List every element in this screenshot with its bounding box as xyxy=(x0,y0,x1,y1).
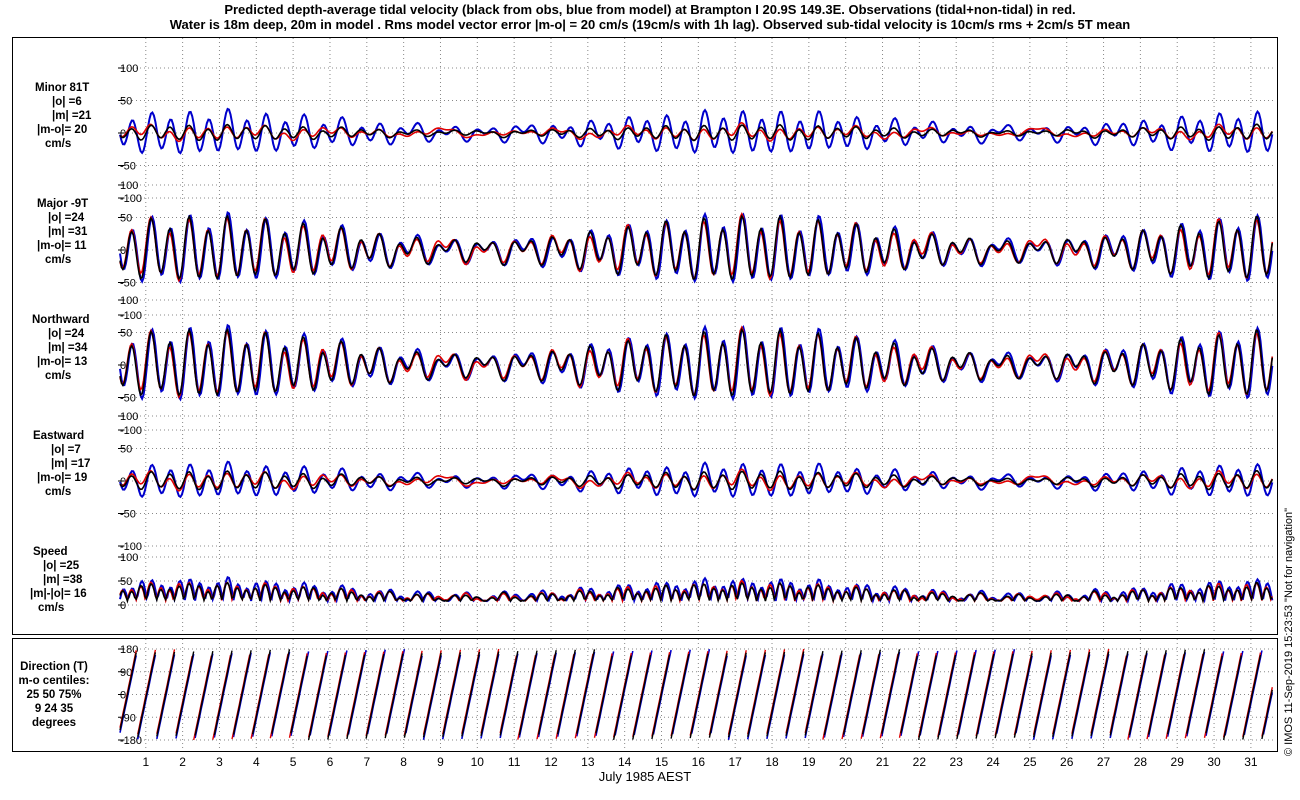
y-tick-label: 50 xyxy=(120,213,132,225)
x-tick-label: 14 xyxy=(618,755,632,769)
direction-label-values: 9 24 35 xyxy=(34,703,74,715)
minor-label-model: |m| =21 xyxy=(52,110,92,122)
northward-label-obs: |o| =24 xyxy=(48,328,85,340)
y-tick-label: -50 xyxy=(120,393,136,405)
y-tick-label: 50 xyxy=(120,444,132,456)
x-tick-label: 25 xyxy=(1023,755,1037,769)
y-tick-label: 100 xyxy=(120,411,138,423)
y-tick-label: -50 xyxy=(120,278,136,290)
x-tick-label: 17 xyxy=(728,755,742,769)
x-tick-label: 11 xyxy=(508,755,521,769)
x-tick-label: 13 xyxy=(581,755,595,769)
major-label-obs: |o| =24 xyxy=(48,212,85,224)
y-tick-label: 100 xyxy=(120,180,138,192)
minor-label-title: Minor 81T xyxy=(35,82,90,94)
x-axis-label: July 1985 AEST xyxy=(598,769,692,784)
x-tick-label: 2 xyxy=(179,755,186,769)
x-tick-label: 28 xyxy=(1134,755,1148,769)
eastward-label-title: Eastward xyxy=(33,430,85,442)
x-tick-label: 1 xyxy=(142,755,149,769)
eastward-label-model: |m| =17 xyxy=(51,458,91,470)
y-tick-label: 50 xyxy=(120,96,132,108)
x-tick-label: 24 xyxy=(986,755,1000,769)
y-tick-label: 50 xyxy=(120,328,132,340)
direction-label-title: Direction (T) xyxy=(20,661,88,673)
minor-label-unit: cm/s xyxy=(45,138,72,150)
major-label-model: |m| =31 xyxy=(48,226,88,238)
y-tick-label: 100 xyxy=(120,295,138,307)
northward-label-model: |m| =34 xyxy=(48,342,88,354)
x-tick-label: 8 xyxy=(400,755,407,769)
eastward-label-unit: cm/s xyxy=(45,486,72,498)
x-tick-label: 6 xyxy=(327,755,334,769)
x-tick-label: 5 xyxy=(290,755,297,769)
x-tick-label: 19 xyxy=(802,755,816,769)
x-tick-label: 20 xyxy=(839,755,853,769)
speed-label-title: Speed xyxy=(33,546,68,558)
y-tick-label: -100 xyxy=(120,310,142,322)
credit-text: © IMOS 11-Sep-2019 15:23:53 "Not for nav… xyxy=(1283,507,1295,756)
major-label-unit: cm/s xyxy=(45,254,72,266)
speed-label-unit: cm/s xyxy=(38,602,65,614)
northward-label-error: |m-o|= 13 xyxy=(37,356,88,368)
y-tick-label: -50 xyxy=(120,161,136,173)
direction-label-centiles: m-o centiles: xyxy=(18,675,90,687)
model-series-line xyxy=(119,460,1274,499)
y-tick-label: -100 xyxy=(120,193,142,205)
x-tick-label: 22 xyxy=(913,755,927,769)
x-tick-label: 7 xyxy=(363,755,370,769)
minor-label-error: |m-o|= 20 xyxy=(37,124,88,136)
direction-label-unit: degrees xyxy=(31,717,77,729)
direction-label-percent: 25 50 75% xyxy=(26,689,82,701)
x-tick-label: 30 xyxy=(1207,755,1221,769)
eastward-label-obs: |o| =7 xyxy=(51,444,81,456)
speed-label-obs: |o| =25 xyxy=(43,560,80,572)
speed-label-error: |m|-|o|= 16 xyxy=(30,588,87,600)
major-label-error: |m-o|= 11 xyxy=(37,240,87,252)
eastward-label-error: |m-o|= 19 xyxy=(37,472,88,484)
x-tick-label: 3 xyxy=(216,755,223,769)
x-tick-label: 18 xyxy=(765,755,779,769)
x-tick-label: 15 xyxy=(655,755,669,769)
x-tick-label: 23 xyxy=(950,755,964,769)
x-tick-label: 29 xyxy=(1171,755,1185,769)
major-label-title: Major -9T xyxy=(37,198,89,210)
minor-label-obs: |o| =6 xyxy=(52,96,82,108)
speed-label-model: |m| =38 xyxy=(43,574,83,586)
chart-plot-area: 1 2 3 4 5 6 7 8 9 10 11 12 13 14 15 16 17 18 19 20 21 22 23 24 2… xyxy=(118,38,1274,769)
x-tick-label: 16 xyxy=(692,755,706,769)
x-tick-label: 10 xyxy=(471,755,485,769)
y-tick-label: 100 xyxy=(120,552,138,564)
x-tick-label: 4 xyxy=(253,755,260,769)
x-tick-label: 27 xyxy=(1097,755,1111,769)
northward-label-unit: cm/s xyxy=(45,370,72,382)
obs-tidal-series-line xyxy=(119,214,1274,281)
x-tick-label: 12 xyxy=(544,755,558,769)
northward-label-title: Northward xyxy=(32,314,90,326)
y-tick-label: -50 xyxy=(120,509,136,521)
y-tick-label: 100 xyxy=(120,63,138,75)
x-tick-label: 9 xyxy=(437,755,444,769)
y-tick-label: 50 xyxy=(120,576,132,588)
y-tick-label: 0 xyxy=(120,600,126,612)
x-tick-label: 31 xyxy=(1244,755,1258,769)
x-tick-label: 21 xyxy=(876,755,890,769)
y-tick-label: -100 xyxy=(120,425,142,437)
x-tick-label: 26 xyxy=(1060,755,1074,769)
day-gridlines: 1 2 3 4 5 6 7 8 9 10 11 12 13 14 15 16 17 18 19 20 21 22 23 24 2… xyxy=(142,38,1258,769)
